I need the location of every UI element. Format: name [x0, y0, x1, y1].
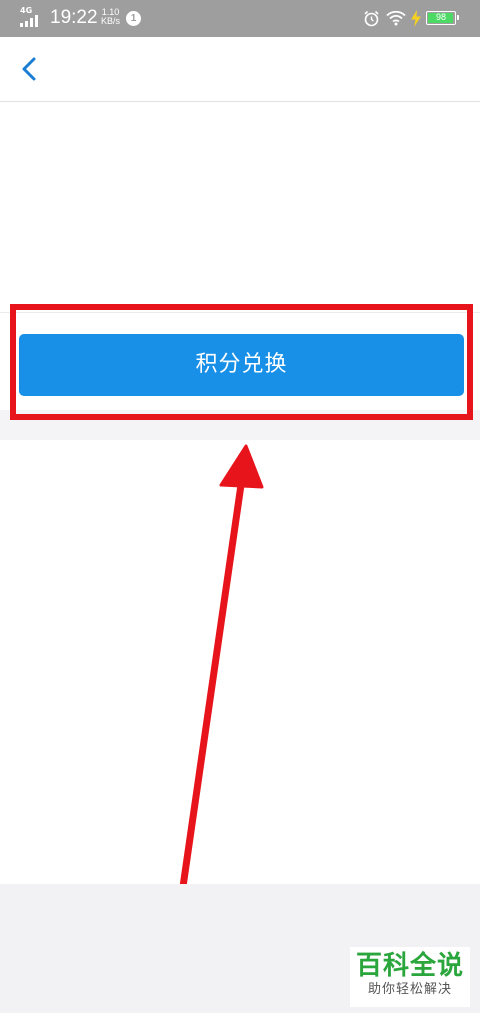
chevron-left-icon [22, 57, 36, 81]
signal-icon [20, 15, 38, 27]
section-spacer [0, 410, 480, 440]
points-exchange-button[interactable]: 积分兑换 [19, 334, 464, 396]
annotation-arrow [171, 444, 264, 946]
network-speed-unit: KB/s [101, 16, 121, 26]
navigation-bar [0, 37, 480, 102]
wifi-icon [386, 10, 406, 26]
back-button[interactable] [12, 51, 48, 87]
charging-icon [411, 10, 421, 27]
watermark-brand: 百科全说 [355, 951, 464, 981]
watermark-logo: 百科全说 助你轻松解决 [350, 947, 470, 1007]
alarm-icon [364, 10, 379, 27]
section-divider [0, 312, 480, 313]
clock-time: 19:22 [50, 7, 98, 28]
network-type: 4G [20, 6, 33, 15]
battery-tip [457, 15, 459, 20]
battery-level-label: 98 [435, 12, 446, 22]
status-bar: 4G 19:22 1.10 KB/s 1 98 [0, 0, 480, 37]
watermark-slogan: 助你轻松解决 [367, 982, 452, 997]
network-speed: 1.10 KB/s [101, 8, 120, 26]
notification-badge: 1 [126, 11, 141, 26]
battery-icon: 98 [426, 11, 459, 25]
